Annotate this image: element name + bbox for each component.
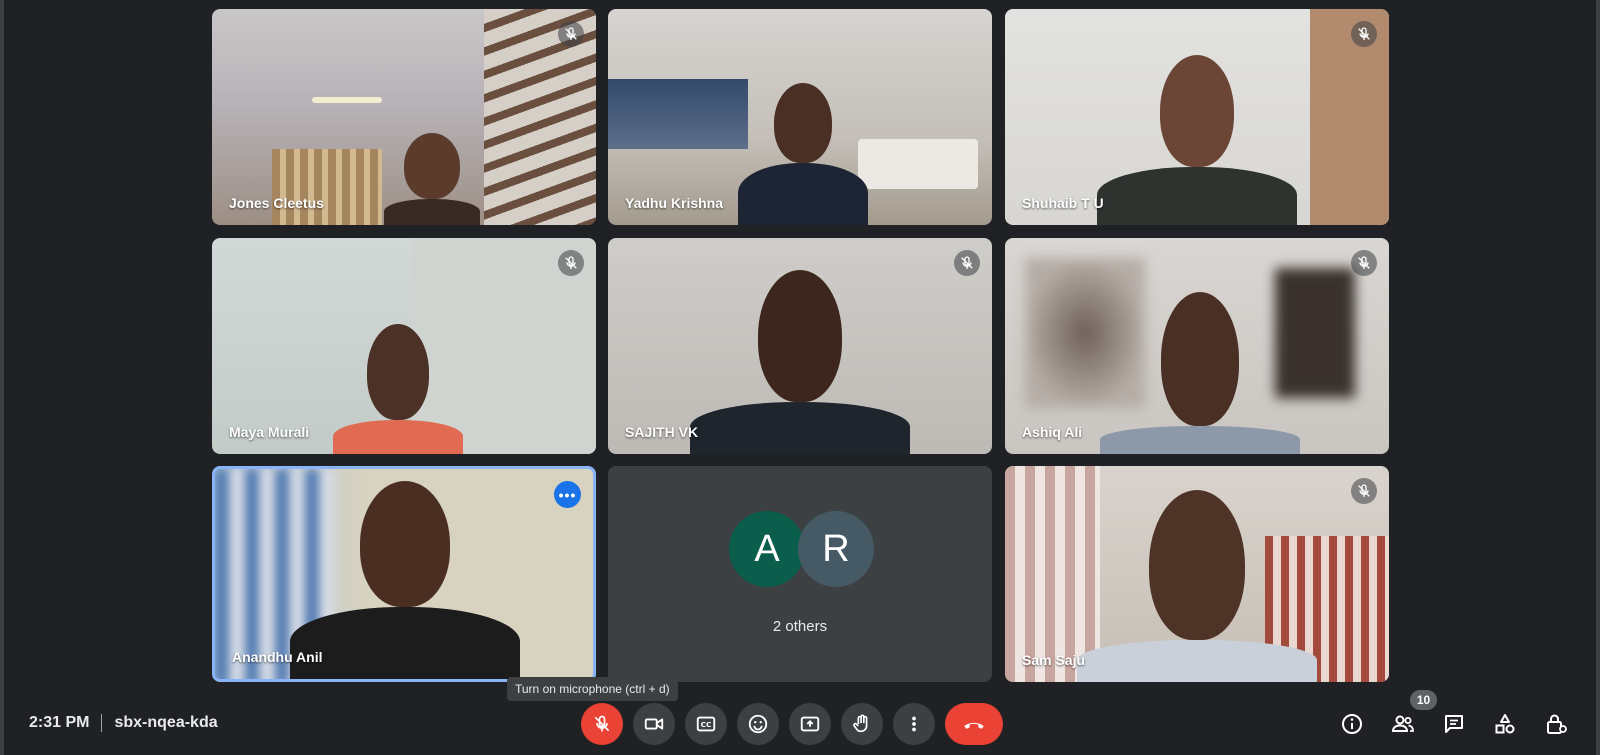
ceiling-light xyxy=(312,97,382,103)
activities-button[interactable] xyxy=(1492,711,1518,737)
mic-tooltip: Turn on microphone (ctrl + d) xyxy=(507,677,678,701)
participant-video xyxy=(384,133,480,225)
participant-name: Ashiq Ali xyxy=(1022,424,1083,440)
participant-video xyxy=(690,270,910,454)
participant-tile[interactable]: SAJITH VK xyxy=(608,238,992,454)
present-screen-icon xyxy=(800,716,820,732)
more-options-icon[interactable]: ••• xyxy=(554,481,581,508)
videocam-icon xyxy=(644,718,664,730)
divider xyxy=(101,714,103,732)
participant-video xyxy=(290,481,520,679)
others-label: 2 others xyxy=(772,618,828,635)
mic-off-icon xyxy=(1351,21,1377,47)
lock-person-icon xyxy=(1547,714,1567,734)
participant-name: Jones Cleetus xyxy=(229,195,324,211)
avatar-initial: R xyxy=(822,527,850,570)
mic-toggle-button[interactable] xyxy=(581,703,623,745)
people-icon xyxy=(1391,715,1414,732)
participant-video xyxy=(333,324,463,454)
meeting-time: 2:31 PM xyxy=(29,714,90,731)
participant-tile[interactable]: Shuhaib T U xyxy=(1005,9,1389,225)
participant-name: Yadhu Krishna xyxy=(625,195,724,211)
background-door xyxy=(1310,9,1389,225)
participant-video xyxy=(738,83,868,225)
meeting-details-button[interactable] xyxy=(1339,711,1365,737)
participant-tile[interactable]: Sam Saju xyxy=(1005,466,1389,682)
closed-caption-icon: CC xyxy=(696,716,716,732)
avatar: A xyxy=(729,511,805,587)
activities-icon xyxy=(1495,714,1515,734)
mic-off-icon xyxy=(558,21,584,47)
people-button[interactable] xyxy=(1390,711,1416,737)
participant-name: Maya Murali xyxy=(229,424,310,440)
meeting-code: sbx-nqea-kda xyxy=(114,714,218,731)
mic-off-icon xyxy=(954,250,980,276)
reactions-button[interactable] xyxy=(737,703,779,745)
side-panel-controls xyxy=(1339,711,1569,737)
call-end-icon xyxy=(964,722,984,729)
participant-video xyxy=(1097,55,1297,225)
avatar: R xyxy=(798,511,874,587)
participant-grid: Jones Cleetus Yadhu Krishna Shuhaib T U xyxy=(0,0,1600,690)
camera-toggle-button[interactable] xyxy=(633,703,675,745)
participants-count-badge: 10 xyxy=(1410,690,1437,710)
present-button[interactable] xyxy=(789,703,831,745)
hand-icon xyxy=(853,714,868,733)
background-window xyxy=(272,149,382,225)
background-bed xyxy=(858,139,978,189)
mic-off-icon xyxy=(1351,478,1377,504)
participant-tile[interactable]: Ashiq Ali xyxy=(1005,238,1389,454)
mic-off-icon xyxy=(1351,250,1377,276)
emoji-icon xyxy=(748,714,768,734)
raise-hand-button[interactable] xyxy=(841,703,883,745)
mic-off-icon xyxy=(594,715,610,732)
participant-tile[interactable]: Yadhu Krishna xyxy=(608,9,992,225)
participant-tile-self[interactable]: ••• Anandhu Anil xyxy=(212,466,596,682)
participant-name: Anandhu Anil xyxy=(232,649,323,665)
participant-video xyxy=(1100,292,1300,454)
info-icon xyxy=(1342,714,1362,734)
leave-call-button[interactable] xyxy=(945,703,1003,745)
captions-button[interactable]: CC xyxy=(685,703,727,745)
chat-button[interactable] xyxy=(1441,711,1467,737)
svg-text:CC: CC xyxy=(701,720,712,729)
meeting-details: 2:31 PM sbx-nqea-kda xyxy=(29,714,218,732)
participant-video xyxy=(1077,490,1317,682)
avatar-initial: A xyxy=(754,527,780,570)
chat-icon xyxy=(1445,715,1463,733)
call-controls: CC xyxy=(581,703,1003,745)
mic-off-icon xyxy=(558,250,584,276)
more-vert-icon xyxy=(912,716,916,732)
participant-name: SAJITH VK xyxy=(625,424,699,440)
participant-tile[interactable]: Maya Murali xyxy=(212,238,596,454)
participant-name: Shuhaib T U xyxy=(1022,195,1104,211)
others-tile[interactable]: A R 2 others xyxy=(608,466,992,682)
host-controls-button[interactable] xyxy=(1543,711,1569,737)
participant-name: Sam Saju xyxy=(1022,652,1086,668)
participant-tile[interactable]: Jones Cleetus xyxy=(212,9,596,225)
more-options-button[interactable] xyxy=(893,703,935,745)
background-window-view xyxy=(608,79,748,149)
